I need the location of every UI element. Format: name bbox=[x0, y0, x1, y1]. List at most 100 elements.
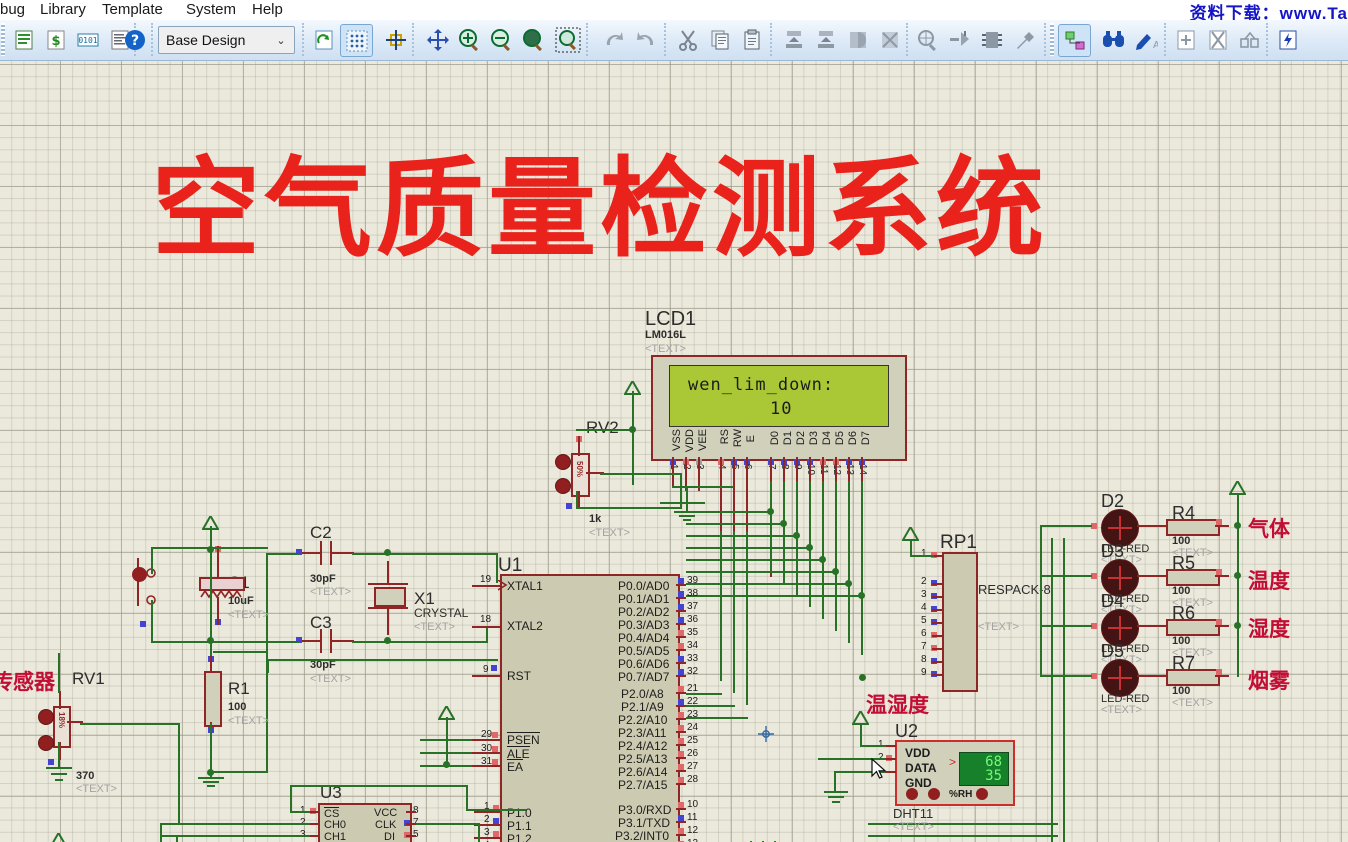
x1-body[interactable] bbox=[374, 587, 406, 607]
rv2-v2 bbox=[632, 429, 634, 485]
zoom-all-icon[interactable] bbox=[518, 24, 549, 55]
u1-pad-29 bbox=[492, 732, 498, 738]
d5-text-tag: <TEXT> bbox=[1101, 704, 1142, 716]
r7-text-tag: <TEXT> bbox=[1172, 697, 1213, 709]
u1-lead-32 bbox=[676, 675, 686, 677]
new-sheet-icon[interactable] bbox=[1170, 24, 1201, 55]
new-design-icon[interactable] bbox=[8, 24, 39, 55]
pick-device-icon[interactable] bbox=[912, 24, 943, 55]
rv1-knob-down[interactable] bbox=[38, 735, 54, 751]
undo-icon[interactable] bbox=[598, 24, 629, 55]
u3-pinname-ch1: CH1 bbox=[324, 831, 347, 842]
zoom-area-icon[interactable] bbox=[552, 24, 583, 55]
u1-lead-24 bbox=[676, 731, 686, 733]
u1-pinname-p25: P2.5/A13 bbox=[618, 752, 668, 766]
paste-icon[interactable] bbox=[736, 24, 767, 55]
schematic-canvas[interactable]: 空气质量检测系统 LCD1 LM016L <TEXT> wen_lim_down… bbox=[0, 61, 1348, 842]
c3-wire-r bbox=[352, 641, 388, 643]
u2-knob-3[interactable] bbox=[976, 788, 988, 800]
lcd1-text-tag: <TEXT> bbox=[645, 343, 686, 355]
netlist-icon[interactable]: 0101 bbox=[72, 24, 103, 55]
toggle-grid-icon[interactable] bbox=[340, 24, 373, 57]
property-assignment-icon[interactable]: A bbox=[1130, 24, 1161, 55]
hierarchy-icon[interactable] bbox=[1058, 24, 1091, 57]
block-delete-icon[interactable] bbox=[874, 24, 905, 55]
u2-knob-2[interactable] bbox=[928, 788, 940, 800]
lcd1-ref: LCD1 bbox=[645, 308, 697, 330]
r7-value: 100 bbox=[1172, 685, 1191, 697]
led-label-smoke: 烟雾 bbox=[1248, 669, 1290, 693]
exit-sheet-icon[interactable] bbox=[1234, 24, 1265, 55]
decompose-icon[interactable] bbox=[1010, 24, 1041, 55]
d5-symbol[interactable] bbox=[1101, 659, 1139, 697]
bus-junction-1 bbox=[767, 508, 774, 515]
block-move-icon[interactable] bbox=[810, 24, 841, 55]
redo-icon[interactable] bbox=[630, 24, 661, 55]
c2-lead-r bbox=[332, 552, 354, 554]
search-tag-icon[interactable] bbox=[1098, 24, 1129, 55]
cut-icon[interactable] bbox=[672, 24, 703, 55]
led-junction-1 bbox=[1234, 522, 1241, 529]
block-rotate-icon[interactable] bbox=[842, 24, 873, 55]
u1-pinno-26: 26 bbox=[687, 748, 699, 759]
r6-body[interactable] bbox=[1166, 619, 1220, 636]
rv1-wiper-drop bbox=[178, 723, 180, 823]
u2-gt-symbol: > bbox=[949, 755, 957, 769]
rv1-vcc-wire bbox=[58, 653, 60, 693]
zoom-out-icon[interactable] bbox=[486, 24, 517, 55]
u2-gnd-v bbox=[834, 771, 836, 793]
r4-body[interactable] bbox=[1166, 519, 1220, 536]
rp1-body[interactable] bbox=[942, 552, 978, 692]
menu-item-system[interactable]: System bbox=[186, 1, 236, 18]
rv2-knob-up[interactable] bbox=[555, 454, 571, 470]
c1-top-h bbox=[210, 547, 268, 549]
u1-pinname-p26: P2.6/A14 bbox=[618, 765, 668, 779]
rv2-ref: RV2 bbox=[586, 418, 619, 437]
menu-item-help[interactable]: Help bbox=[252, 1, 283, 18]
help-icon[interactable]: ? bbox=[119, 24, 150, 55]
u2-body[interactable]: VDD DATA GND > 68 35 %RH bbox=[895, 740, 1015, 806]
r1-body[interactable] bbox=[204, 671, 222, 727]
block-copy-icon[interactable] bbox=[778, 24, 809, 55]
u1-lead-21 bbox=[676, 692, 686, 694]
reset-switch-body[interactable] bbox=[137, 558, 139, 606]
toolbar-grip[interactable] bbox=[1, 23, 5, 56]
u3-clk-h bbox=[416, 823, 480, 825]
ea-junction bbox=[443, 761, 450, 768]
r7-body[interactable] bbox=[1166, 669, 1220, 686]
mouse-cursor bbox=[871, 758, 887, 779]
lcd1-body[interactable]: wen_lim_down: 10 VSS VDD VEE RS RW E D0 … bbox=[651, 355, 907, 461]
rv2-knob-down[interactable] bbox=[555, 478, 571, 494]
chevron-down-icon[interactable]: ⌄ bbox=[268, 34, 294, 47]
pan-icon[interactable] bbox=[422, 24, 453, 55]
menu-item-debug[interactable]: bug bbox=[0, 1, 25, 18]
bus-junction-5 bbox=[819, 556, 826, 563]
rv1-value: 370 bbox=[76, 770, 95, 782]
zoom-in-icon[interactable] bbox=[454, 24, 485, 55]
u1-pinname-p06: P0.6/AD6 bbox=[618, 657, 670, 671]
copy-icon[interactable] bbox=[704, 24, 735, 55]
bus-h-d3 bbox=[686, 547, 811, 549]
sheet-selector[interactable]: Base Design ⌄ bbox=[158, 26, 295, 54]
reset-h bbox=[210, 641, 268, 643]
rv1-knob-up[interactable] bbox=[38, 709, 54, 725]
r5-body[interactable] bbox=[1166, 569, 1220, 586]
menu-item-template[interactable]: Template bbox=[102, 1, 163, 18]
rv2-wiper-v bbox=[680, 473, 682, 507]
u3-pinname-di: DI bbox=[384, 831, 395, 842]
u2-knob-1[interactable] bbox=[906, 788, 918, 800]
menu-item-library[interactable]: Library bbox=[40, 1, 86, 18]
toolbar-grip-2[interactable] bbox=[1050, 23, 1054, 56]
c1-electrolytic-marks bbox=[200, 589, 242, 599]
lcd1-pin-d7: D7 bbox=[860, 431, 872, 446]
lcd1-pin-vdd: VDD bbox=[684, 429, 696, 453]
packaging-tool-icon[interactable] bbox=[976, 24, 1007, 55]
make-device-icon[interactable] bbox=[944, 24, 975, 55]
origin-icon[interactable] bbox=[380, 24, 411, 55]
refresh-icon[interactable] bbox=[308, 24, 339, 55]
remove-sheet-icon[interactable] bbox=[1202, 24, 1233, 55]
svg-text:A: A bbox=[1153, 40, 1158, 51]
design-explorer-icon[interactable] bbox=[1272, 24, 1303, 55]
u1-clock-marker bbox=[498, 580, 508, 591]
bill-of-materials-icon[interactable]: $ bbox=[40, 24, 71, 55]
